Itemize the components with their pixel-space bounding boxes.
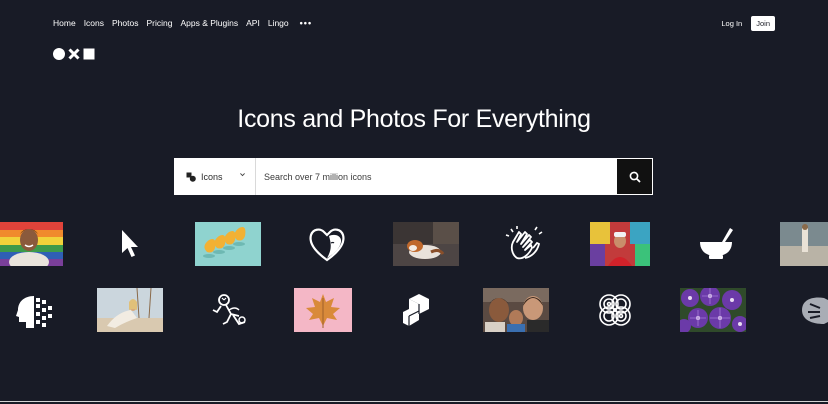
heart-face-icon [309, 228, 345, 262]
mortar-pestle-icon [700, 228, 733, 259]
nav-home[interactable]: Home [53, 18, 76, 28]
logo-circle-icon [53, 48, 65, 60]
beach-person-image [780, 222, 828, 266]
drawn-figure-icon [212, 294, 246, 326]
nav-account: Log In Join [721, 15, 775, 31]
mortar-pestle-icon-tile[interactable] [694, 222, 738, 266]
interlocking-circles-icon [599, 294, 631, 326]
cursor-arrow-icon-tile[interactable] [108, 222, 152, 266]
yellow-pears-image [195, 222, 261, 266]
purple-flowers-photo[interactable] [680, 288, 746, 332]
search-icon [629, 171, 641, 183]
autumn-leaf-image [294, 288, 352, 332]
gallery-row-1 [0, 222, 828, 266]
nav-lingo[interactable]: Lingo [268, 18, 289, 28]
woman-swing-image [97, 288, 163, 332]
heart-face-icon-tile[interactable] [305, 222, 349, 266]
icons-category-icon [186, 172, 196, 182]
cursor-arrow-icon [122, 230, 138, 257]
interlocking-circles-icon-tile[interactable] [593, 288, 637, 332]
monstera-leaf-icon [802, 297, 828, 324]
drawn-figure-icon-tile[interactable] [207, 288, 251, 332]
page-divider [0, 401, 828, 402]
search-bar: Icons [174, 158, 653, 195]
search-type-dropdown[interactable]: Icons [174, 158, 256, 195]
rainbow-portrait-image [0, 222, 63, 266]
nav-photos[interactable]: Photos [112, 18, 138, 28]
digital-head-icon-tile[interactable] [12, 288, 56, 332]
nav-api[interactable]: API [246, 18, 260, 28]
search-input[interactable] [256, 158, 616, 195]
beach-person-photo[interactable] [780, 222, 828, 266]
yellow-pears-photo[interactable] [195, 222, 261, 266]
nav-pricing[interactable]: Pricing [146, 18, 172, 28]
rainbow-portrait-photo[interactable] [0, 222, 63, 266]
nav-links: Home Icons Photos Pricing Apps & Plugins… [53, 18, 312, 28]
clapping-hands-icon-tile[interactable] [503, 222, 547, 266]
nav-icons[interactable]: Icons [84, 18, 104, 28]
woman-swing-photo[interactable] [97, 288, 163, 332]
top-nav: Home Icons Photos Pricing Apps & Plugins… [53, 15, 775, 31]
dog-on-couch-image [393, 222, 459, 266]
search-type-label: Icons [201, 171, 223, 182]
purple-flowers-image [680, 288, 746, 332]
family-photo[interactable] [483, 288, 549, 332]
hero-title: Icons and Photos For Everything [237, 105, 591, 133]
cube-blocks-icon [403, 294, 429, 326]
more-menu-icon[interactable]: ••• [300, 18, 312, 28]
nav-apps-plugins[interactable]: Apps & Plugins [180, 18, 238, 28]
autumn-leaf-photo[interactable] [294, 288, 352, 332]
graffiti-man-image [590, 222, 650, 266]
logo-square-icon [83, 48, 95, 60]
monstera-leaf-icon-tile[interactable] [796, 288, 828, 332]
family-image [483, 288, 549, 332]
dog-on-couch-photo[interactable] [393, 222, 459, 266]
chevron-down-icon [240, 173, 245, 177]
login-link[interactable]: Log In [721, 19, 742, 28]
graffiti-man-photo[interactable] [590, 222, 656, 266]
search-button[interactable] [617, 159, 652, 194]
cube-blocks-icon-tile[interactable] [395, 288, 439, 332]
join-button[interactable]: Join [751, 15, 775, 31]
logo-x-icon [68, 48, 80, 60]
gallery-row-2 [0, 288, 828, 332]
digital-head-icon [16, 296, 52, 328]
clapping-hands-icon [505, 226, 543, 260]
noun-project-logo[interactable] [53, 48, 95, 60]
